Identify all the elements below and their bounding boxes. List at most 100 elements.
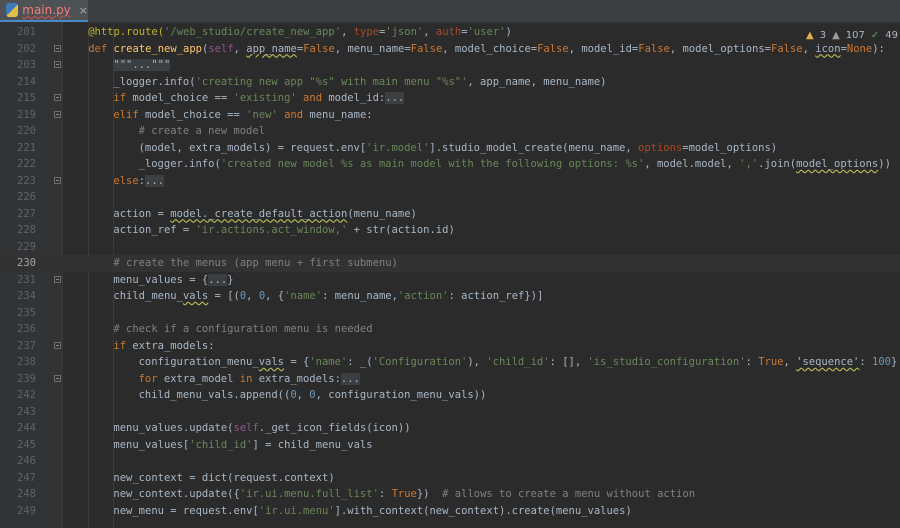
code-token: vals (182, 290, 209, 302)
code-token: (model, extra_models) = request.env[ (138, 141, 367, 154)
code-line[interactable]: 244 menu_values.update(self._get_icon_fie… (0, 420, 900, 437)
code-line[interactable]: 245 menu_values['child_id'] = child_menu_… (0, 437, 900, 454)
inspection-widget[interactable]: ▲ 3 ▲ 107 ✓ 49 (804, 28, 900, 42)
code-line[interactable]: 228 action_ref = 'ir.actions.act_window,'… (0, 222, 900, 239)
code-token: extra_models: (258, 372, 341, 385)
code-token: , (233, 42, 247, 55)
code-line[interactable]: 248 new_context.update({'ir.ui.menu.full_… (0, 486, 900, 503)
code-token: : [], (549, 356, 588, 368)
code-text: new_menu = request.env['ir.ui.menu'].wit… (113, 503, 631, 520)
code-line[interactable]: 243 (0, 404, 900, 421)
weak-warning-count: 107 (845, 29, 865, 41)
fold-toggle-icon[interactable] (54, 110, 61, 118)
code-token: ].with_context(new_context).create(menu_… (334, 504, 632, 517)
code-line[interactable]: 229 (0, 239, 900, 256)
code-token: 'action' (397, 290, 449, 302)
code-line[interactable]: 223 else:... (0, 173, 900, 190)
code-token: 'existing' (233, 92, 297, 104)
code-token: : action_ref})] (448, 290, 544, 302)
line-number: 221 (17, 141, 36, 154)
code-token: , (246, 290, 259, 302)
code-token: configuration_menu_ (138, 356, 259, 368)
code-line[interactable]: 249 new_menu = request.env['ir.ui.menu'].… (0, 503, 900, 520)
code-token: @http.route( (88, 26, 165, 38)
code-token: new_menu = request.env[ (113, 504, 259, 517)
code-line[interactable]: 237 if extra_models: (0, 338, 900, 355)
fold-toggle-icon[interactable] (54, 176, 61, 184)
code-token: child_menu_vals.append(( (138, 389, 291, 401)
code-line[interactable]: 203 """...""" (0, 57, 900, 74)
fold-toggle-icon[interactable] (54, 94, 61, 101)
code-token: 'child_id' (486, 356, 550, 368)
code-token: auth (435, 26, 462, 38)
code-token: ].studio_model_create(menu_name, (429, 141, 639, 154)
code-token[interactable]: ... (208, 273, 228, 286)
code-line[interactable]: 219 elif model_choice == 'new' and menu_n… (0, 107, 900, 124)
code-line[interactable]: 242 child_menu_vals.append((0, 0, configu… (0, 387, 900, 404)
fold-toggle-icon[interactable] (54, 341, 61, 349)
code-token: elif (113, 108, 145, 121)
code-token: for (138, 372, 164, 385)
code-token[interactable]: ... (145, 174, 164, 187)
code-line[interactable]: 236 # check if a configuration menu is ne… (0, 321, 900, 338)
code-token: 'new' (246, 108, 278, 121)
code-text: @http.route('/web_studio/create_new_app'… (88, 24, 512, 41)
tab-main-py[interactable]: main.py × (0, 0, 88, 22)
code-token: False (537, 42, 569, 55)
code-token: 'ir.model' (366, 141, 430, 154)
code-token: else (113, 174, 139, 187)
fold-toggle-icon[interactable] (54, 374, 61, 382)
line-number: 235 (17, 306, 36, 319)
code-text: if extra_models: (113, 338, 214, 355)
code-line[interactable]: 234 child_menu_vals = [(0, 0, {'name': me… (0, 288, 900, 305)
code-token: + str(action.id) (347, 224, 455, 236)
code-token: 'child_id' (189, 438, 253, 451)
code-token: }) (416, 488, 443, 500)
code-token: action = (113, 207, 171, 220)
code-line[interactable]: 215 if model_choice == 'existing' and mod… (0, 90, 900, 107)
line-number: 248 (17, 488, 36, 500)
code-token: _logger.info( (138, 158, 221, 170)
code-line[interactable]: 221 (model, extra_models) = request.env['… (0, 140, 900, 157)
fold-toggle-icon[interactable] (54, 275, 61, 283)
code-token[interactable]: """...""" (113, 59, 171, 71)
code-line[interactable]: 246 (0, 453, 900, 470)
code-token: new_context.update({ (113, 488, 240, 500)
code-line[interactable]: 227 action = model._create_default_action… (0, 206, 900, 223)
code-token: False (638, 42, 670, 55)
code-token: create_new_app (113, 42, 202, 55)
code-line[interactable]: 201 @http.route('/web_studio/create_new_a… (0, 24, 900, 41)
fold-toggle-icon[interactable] (54, 61, 61, 68)
code-token: , model_choice= (442, 42, 538, 55)
code-line[interactable]: 239 for extra_model in extra_models:... (0, 371, 900, 388)
code-line[interactable]: 222 _logger.info('created new model %s as… (0, 156, 900, 173)
code-token: : (745, 356, 759, 368)
code-line[interactable]: 220 # create a new model (0, 123, 900, 140)
line-number: 231 (17, 273, 36, 286)
code-token: '/web_studio/create_new_app' (164, 26, 342, 38)
code-token: and (277, 108, 310, 121)
code-line[interactable]: 235 (0, 305, 900, 322)
code-text: new_context.update({'ir.ui.menu.full_lis… (113, 486, 695, 503)
code-line[interactable]: 214 _logger.info('creating new app "%s" w… (0, 74, 900, 91)
code-token: : (859, 356, 873, 368)
code-text: action_ref = 'ir.actions.act_window,' + … (113, 222, 454, 239)
close-tab-icon[interactable]: × (79, 4, 88, 17)
code-token: =model_options) (682, 141, 778, 154)
code-editor[interactable]: 201 @http.route('/web_studio/create_new_a… (0, 22, 900, 528)
code-line[interactable]: 226 (0, 189, 900, 206)
code-text: menu_values = {...} (113, 272, 234, 289)
code-text: menu_values['child_id'] = child_menu_val… (113, 437, 372, 454)
code-token[interactable]: ... (340, 372, 360, 385)
code-token[interactable]: ... (385, 92, 405, 104)
fold-toggle-icon[interactable] (54, 44, 61, 52)
code-token: 100 (872, 356, 891, 368)
code-line[interactable]: 202 def create_new_app(self, app_name=Fal… (0, 41, 900, 58)
code-line[interactable]: 231 menu_values = {...} (0, 272, 900, 289)
code-token: new_context = dict(request.context) (113, 471, 335, 484)
code-token: False (410, 42, 443, 55)
code-line[interactable]: 247 new_context = dict(request.context) (0, 470, 900, 487)
code-token: 'ir.actions.act_window,' (195, 224, 348, 236)
code-line[interactable]: 238 configuration_menu_vals = {'name': _(… (0, 354, 900, 371)
code-line[interactable]: 230 # create the menus (app menu + first … (0, 255, 900, 272)
